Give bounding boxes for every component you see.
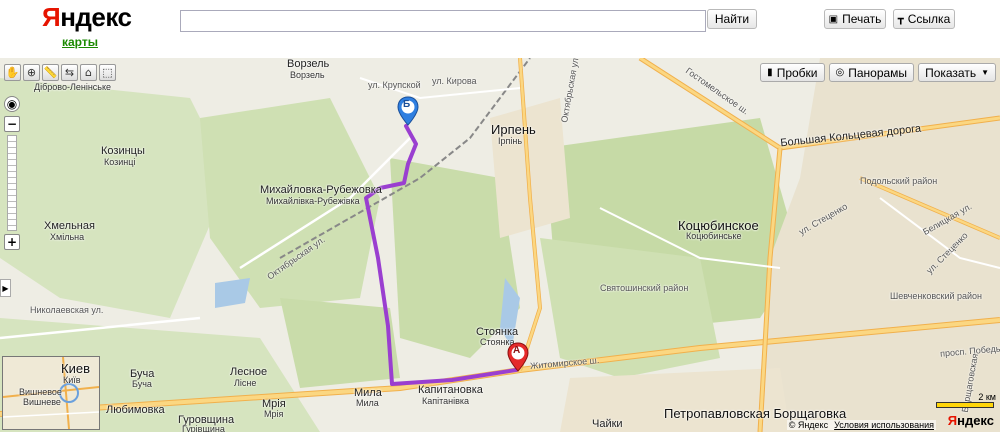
label-kozintsy-ua: Козинці: [104, 157, 136, 167]
label-chaiki: Чайки: [592, 418, 623, 430]
yandex-logo[interactable]: Яндекс: [42, 2, 132, 33]
panorama-icon: ◎: [835, 67, 845, 78]
label-kapitanivka: Капітанівка: [422, 396, 470, 406]
marker-a-label: А: [513, 345, 521, 356]
chevron-down-icon: ▼: [981, 68, 989, 77]
label-svyatoshinsky: Святошинский район: [600, 283, 689, 293]
panoramas-button[interactable]: ◎ Панорамы: [828, 63, 915, 82]
show-dropdown[interactable]: Показать ▼: [918, 63, 996, 82]
label-mriya-ua: Мрія: [264, 409, 284, 419]
traffic-button[interactable]: ▮ Пробки: [760, 63, 825, 82]
map-toolbar: ✋ ⊕ 📏 ⇆ ⌂ ⬚: [4, 64, 116, 81]
find-button[interactable]: Найти: [707, 9, 757, 29]
link-label: Ссылка: [907, 12, 951, 26]
label-kotsyubinskoe-ua: Коцюбинське: [686, 231, 742, 241]
label-gurivshchina: Гурівщина: [182, 424, 225, 432]
hand-tool-icon[interactable]: ✋: [4, 64, 21, 81]
label-khmelnaya-ua: Хмільна: [50, 232, 85, 242]
copyright-text: © Яндекс: [788, 420, 829, 430]
select-tool-icon[interactable]: ⬚: [99, 64, 116, 81]
map-logo-text: ндекс: [957, 413, 994, 428]
label-shevchenkovsky: Шевченковский район: [890, 291, 983, 301]
print-button[interactable]: ▣ Печать: [824, 9, 886, 29]
printer-icon: ▣: [828, 13, 839, 25]
zoom-circle-icon[interactable]: ◉: [4, 96, 20, 112]
label-irpen-ua: Ірпінь: [498, 136, 523, 146]
label-mila-ua: Мила: [356, 398, 379, 408]
marker-b-label: Б: [403, 99, 411, 110]
show-label: Показать: [925, 65, 977, 80]
traffic-light-icon: ▮: [767, 67, 773, 78]
label-mikhailovka-ua: Михайлівка-Рубежівка: [266, 196, 360, 206]
label-lesnoe: Лесное: [230, 366, 268, 378]
zoom-out-button[interactable]: −: [4, 116, 20, 132]
label-bucha-ua: Буча: [132, 379, 152, 389]
label-lisne: Лісне: [234, 378, 257, 388]
traffic-label: Пробки: [776, 65, 818, 80]
label-khmelnaya: Хмельная: [44, 220, 95, 232]
label-kirova: ул. Кирова: [432, 76, 477, 86]
copyright: © Яндекс Условия использования: [786, 420, 936, 430]
label-krupskoy: ул. Крупской: [368, 80, 421, 90]
label-irpen: Ирпень: [491, 122, 536, 137]
panoramas-label: Панорамы: [848, 65, 908, 80]
map-yandex-logo[interactable]: Яндекс: [948, 413, 994, 428]
label-kozintsy: Козинцы: [101, 145, 145, 157]
minimap-label-vishneve: Вишневе: [23, 397, 61, 407]
maps-link[interactable]: карты: [62, 35, 98, 49]
map-logo-letter: Я: [947, 413, 958, 428]
link-icon: ┳: [897, 13, 904, 25]
label-vorzel: Ворзель: [287, 58, 330, 70]
zoom-in-button[interactable]: +: [4, 234, 20, 250]
zoom-slider[interactable]: [7, 135, 17, 231]
map-canvas[interactable]: Діброво-Ленінське Ворзель Ворзель ул. Кр…: [0, 58, 1000, 432]
label-kapitanovka: Капитановка: [418, 384, 483, 396]
label-vorzel-ua: Ворзель: [290, 70, 325, 80]
scale-bar: [936, 402, 994, 408]
minimap-label-vishnevoe: Вишневое: [19, 387, 62, 397]
minimap[interactable]: Киев Київ Вишневое Вишневе: [2, 356, 100, 430]
ruler-tool-icon[interactable]: 📏: [42, 64, 59, 81]
zoom-control: ◉ − +: [4, 96, 20, 250]
logo-letter: Я: [42, 2, 61, 32]
minimap-label-kiev-ua: Київ: [63, 375, 81, 385]
label-petropavlovskaya: Петропавловская Борщаговка: [664, 406, 847, 421]
label-podolsky: Подольский район: [860, 176, 938, 186]
label-lyubimovka: Любимовка: [106, 404, 165, 416]
label-mikhailovka: Михайловка-Рубежовка: [260, 184, 382, 196]
header: Яндекс карты Найти ▣ Печать ┳ Ссылка: [0, 0, 1000, 58]
zoom-tool-icon[interactable]: ⊕: [23, 64, 40, 81]
layer-buttons: ▮ Пробки ◎ Панорамы Показать ▼: [760, 63, 996, 82]
route-tool-icon[interactable]: ⇆: [61, 64, 78, 81]
scale-label: 2 км: [978, 392, 996, 402]
expand-panel-button[interactable]: ▶: [0, 279, 11, 297]
print-label: Печать: [842, 12, 882, 26]
minimap-label-kiev: Киев: [61, 361, 90, 376]
search-input[interactable]: [180, 10, 706, 32]
link-button[interactable]: ┳ Ссылка: [893, 9, 955, 29]
chevron-right-icon: ▶: [2, 283, 9, 293]
label-dibrovo: Діброво-Ленінське: [34, 82, 112, 92]
logo-text: ндекс: [60, 2, 132, 32]
label-nikolaevskaya: Николаевская ул.: [30, 305, 104, 315]
terms-link[interactable]: Условия использования: [834, 420, 934, 430]
placemark-tool-icon[interactable]: ⌂: [80, 64, 97, 81]
